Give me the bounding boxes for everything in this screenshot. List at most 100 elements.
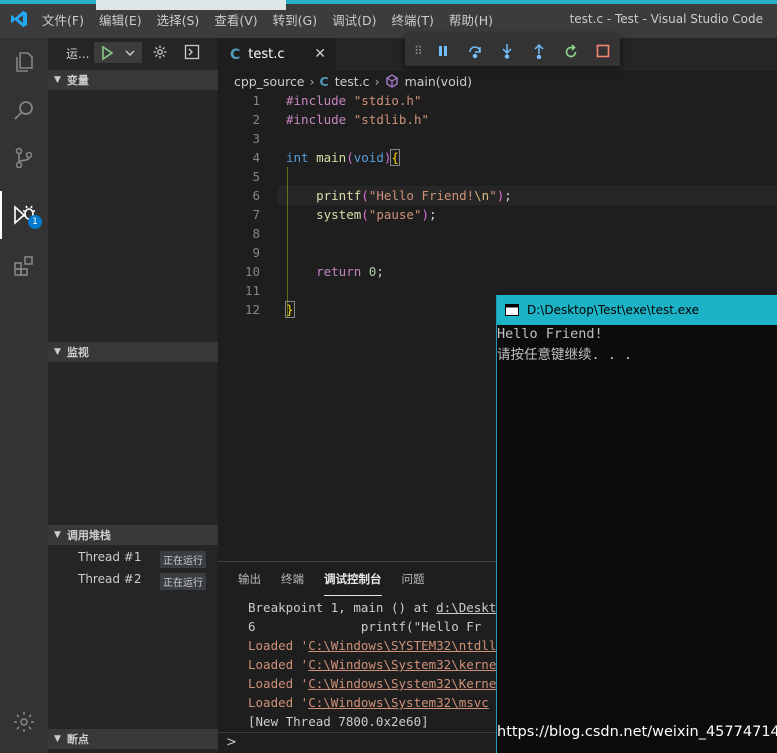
- console-output-line: Hello Friend!: [497, 326, 603, 342]
- code-line: 6 printf("Hello Friend!\n");: [218, 186, 777, 205]
- window-title: test.c - Test - Visual Studio Code: [569, 12, 763, 26]
- activity-search[interactable]: [0, 86, 48, 134]
- console-title: D:\Desktop\Test\exe\test.exe: [527, 303, 700, 317]
- section-variables-label: 变量: [66, 74, 89, 87]
- debug-badge: 1: [28, 215, 42, 229]
- menu-bar: 文件(F) 编辑(E) 选择(S) 查看(V) 转到(G) 调试(D) 终端(T…: [42, 0, 508, 38]
- section-watch[interactable]: ▼ 监视: [48, 342, 218, 362]
- console-line: Loaded 'C:\Windows\System32\Kerne: [248, 676, 497, 691]
- watermark-text: https://blog.csdn.net/weixin_45774714: [497, 724, 777, 740]
- breadcrumb-file-label: test.c: [334, 73, 370, 89]
- thread-name[interactable]: Thread #1: [78, 550, 141, 564]
- section-callstack-label: 调用堆栈: [66, 529, 111, 542]
- activity-settings[interactable]: [0, 698, 48, 746]
- code-text: return 0;: [316, 264, 384, 279]
- tab-test-c[interactable]: C test.c ✕: [218, 38, 336, 71]
- pause-button[interactable]: [434, 42, 452, 60]
- stop-icon: [596, 44, 610, 58]
- tab-debug-console[interactable]: 调试控制台: [324, 562, 382, 596]
- menu-file[interactable]: 文件(F): [42, 10, 84, 29]
- tab-output[interactable]: 输出: [238, 562, 261, 596]
- vscode-logo-icon: [11, 11, 27, 27]
- explorer-icon: [16, 52, 33, 72]
- settings-gear-icon: [14, 712, 34, 732]
- run-config-select[interactable]: [94, 42, 142, 63]
- breadcrumb-file[interactable]: Ctest.c: [320, 74, 370, 89]
- activity-source-control[interactable]: [0, 134, 48, 182]
- console-line: Loaded 'C:\Windows\System32\kerne: [248, 657, 497, 672]
- line-number: 6: [252, 188, 260, 203]
- step-over-button[interactable]: [466, 42, 484, 60]
- console-line: Loaded 'C:\Windows\SYSTEM32\ntdll: [248, 638, 497, 653]
- code-line: 3: [218, 129, 777, 148]
- activity-extensions[interactable]: [0, 242, 48, 290]
- section-callstack[interactable]: ▼ 调用堆栈: [48, 525, 218, 545]
- line-number: 12: [244, 302, 260, 317]
- panel-tabs: 输出 终端 调试控制台 问题: [218, 562, 425, 596]
- step-into-icon: [502, 44, 512, 59]
- menu-view[interactable]: 查看(V): [214, 10, 257, 29]
- menu-edit[interactable]: 编辑(E): [99, 10, 142, 29]
- menu-debug[interactable]: 调试(D): [332, 10, 376, 29]
- restart-button[interactable]: [562, 42, 580, 60]
- pause-icon: [439, 46, 447, 56]
- breadcrumb-symbol-label: main(void): [404, 73, 473, 89]
- title-bar: 文件(F) 编辑(E) 选择(S) 查看(V) 转到(G) 调试(D) 终端(T…: [0, 0, 777, 38]
- step-out-button[interactable]: [530, 42, 548, 60]
- chevron-down-icon: ▼: [54, 75, 61, 85]
- c-file-icon: C: [319, 73, 329, 89]
- breadcrumb: cpp_source › Ctest.c › main(void): [218, 71, 777, 91]
- breadcrumb-symbol[interactable]: main(void): [385, 74, 472, 89]
- code-text: printf("Hello Friend!\n");: [316, 188, 512, 203]
- search-icon: [14, 101, 33, 120]
- section-breakpoints[interactable]: ▼ 断点: [48, 729, 218, 749]
- menu-help[interactable]: 帮助(H): [449, 10, 493, 29]
- code-text: system("pause");: [316, 207, 437, 222]
- close-icon[interactable]: ✕: [314, 46, 326, 62]
- drag-grip-icon[interactable]: ⠿: [414, 44, 423, 58]
- tab-label: test.c: [248, 47, 285, 62]
- run-label: 运...: [66, 46, 90, 61]
- line-number: 10: [244, 264, 260, 279]
- step-over-icon: [469, 46, 481, 59]
- section-watch-label: 监视: [66, 346, 89, 359]
- console-line: [New Thread 7800.0x2e60]: [248, 714, 429, 729]
- console-window[interactable]: D:\Desktop\Test\exe\test.exe Hello Frien…: [496, 295, 777, 753]
- code-line: 10 return 0;: [218, 262, 777, 281]
- symbol-method-icon: [385, 74, 398, 88]
- code-text: int main(void){: [286, 149, 400, 166]
- line-number: 8: [252, 226, 260, 241]
- code-text: }: [285, 301, 295, 318]
- thread-status-badge: 正在运行: [160, 573, 206, 590]
- menu-selection[interactable]: 选择(S): [157, 10, 200, 29]
- extensions-icon: [14, 256, 33, 276]
- activity-bar: 1: [0, 38, 48, 753]
- chevron-down-icon[interactable]: [123, 46, 137, 60]
- line-number: 2: [252, 112, 260, 127]
- start-debugging-icon[interactable]: [97, 43, 117, 63]
- line-number: 7: [252, 207, 260, 222]
- menu-terminal[interactable]: 终端(T): [391, 10, 433, 29]
- activity-debug[interactable]: 1: [0, 191, 48, 239]
- restart-icon: [565, 44, 577, 58]
- code-line: 9: [218, 243, 777, 262]
- console-line: 6 printf("Hello Fr: [248, 619, 482, 634]
- section-breakpoints-label: 断点: [66, 733, 89, 746]
- activity-explorer[interactable]: [0, 38, 48, 86]
- thread-name[interactable]: Thread #2: [78, 572, 141, 586]
- step-into-button[interactable]: [498, 42, 516, 60]
- line-number: 9: [252, 245, 260, 260]
- console-titlebar[interactable]: D:\Desktop\Test\exe\test.exe: [497, 295, 777, 325]
- gear-icon[interactable]: [152, 44, 168, 60]
- menu-goto[interactable]: 转到(G): [273, 10, 317, 29]
- c-file-icon: C: [230, 46, 241, 63]
- tab-terminal[interactable]: 终端: [281, 562, 304, 596]
- console-app-icon: [505, 304, 519, 316]
- section-variables[interactable]: ▼ 变量: [48, 70, 218, 90]
- console-output-line: 请按任意键继续. . .: [497, 347, 633, 363]
- breadcrumb-folder[interactable]: cpp_source: [234, 74, 305, 89]
- debug-console-icon[interactable]: [184, 44, 200, 60]
- stop-button[interactable]: [594, 42, 612, 60]
- code-line: 1 #include "stdio.h": [218, 91, 777, 110]
- tab-problems[interactable]: 问题: [402, 562, 425, 596]
